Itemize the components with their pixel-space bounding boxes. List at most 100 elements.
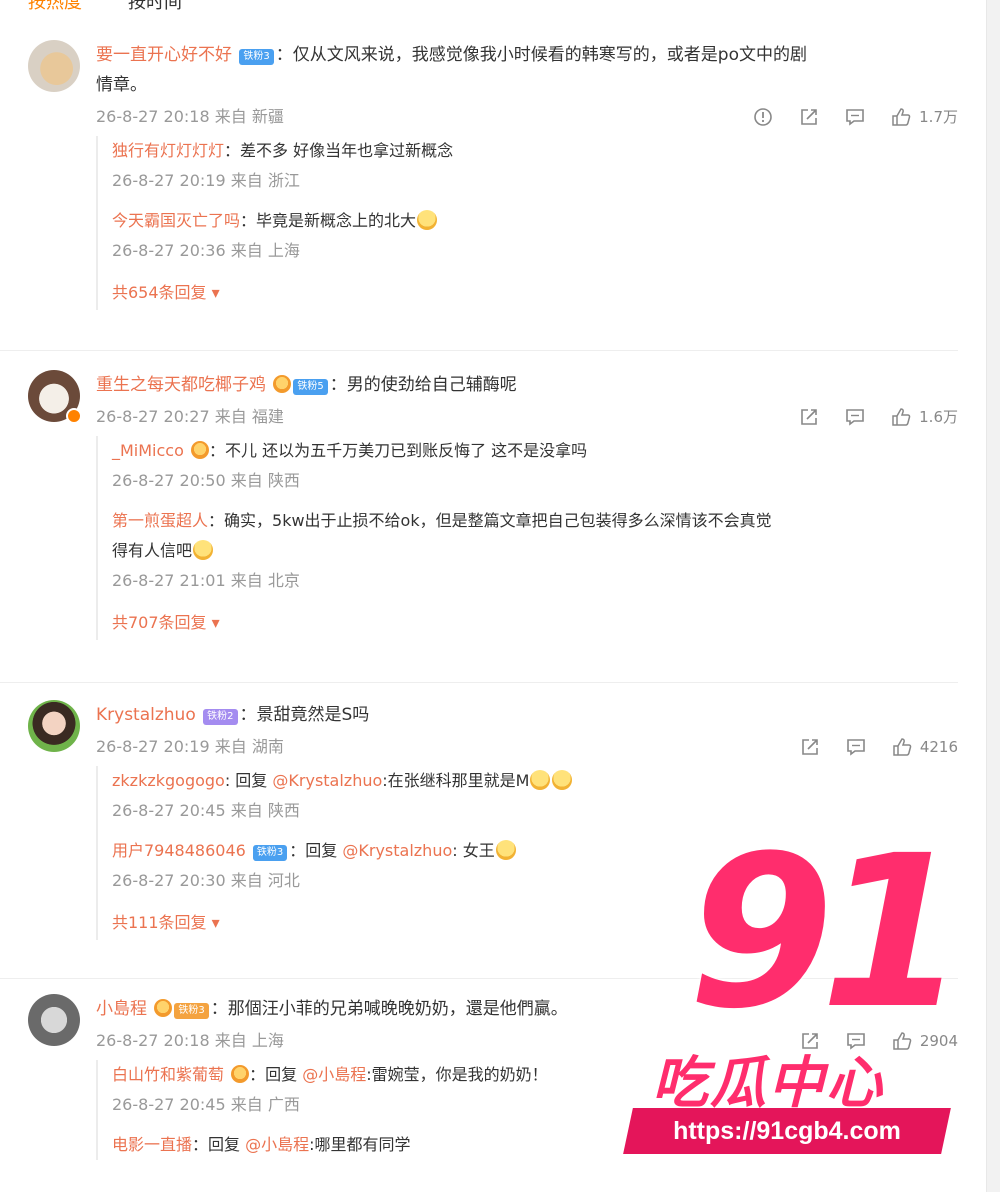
- avatar[interactable]: [28, 40, 80, 92]
- mention-link[interactable]: @Krystalzhuo: [272, 771, 382, 790]
- tab-sort-hot[interactable]: 按热度: [28, 0, 82, 13]
- reply-username[interactable]: zkzkzkgogogo: [112, 771, 225, 790]
- divider: [0, 682, 958, 683]
- comment-item: 重生之每天都吃椰子鸡 铁粉5 ：男的使劲给自己辅酶呢 26-8-27 20:27 …: [28, 370, 958, 640]
- reply-item: _MiMicco ：不儿 还以为五千万美刀已到账反悔了 这不是没拿吗 26-8-…: [112, 436, 958, 496]
- comment-time-location: 26-8-27 20:27 来自 福建: [96, 407, 284, 426]
- reply-text: ：不儿 还以为五千万美刀已到账反悔了 这不是没拿吗: [208, 441, 588, 460]
- emoji-icon: [495, 840, 516, 860]
- comment-actions: 1.6万: [799, 400, 958, 434]
- emoji-icon: [530, 770, 551, 790]
- reply-text: ：确实，5kw出于止损不给ok，但是整篇文章把自己包装得多么深情该不会真觉: [208, 511, 772, 530]
- fan-badge: 铁粉3: [174, 1003, 209, 1019]
- divider: [0, 350, 958, 351]
- reply-username[interactable]: 用户7948486046: [112, 841, 246, 860]
- report-button[interactable]: [753, 107, 773, 127]
- comment-icon: [846, 109, 864, 126]
- watermark-url: https://91cgb4.com: [673, 1117, 901, 1145]
- reply-username[interactable]: 独行有灯灯灯灯: [112, 141, 224, 160]
- comment-meta: 26-8-27 20:18 来自 新疆 1.7万: [96, 100, 958, 134]
- reply-username[interactable]: _MiMicco: [112, 441, 184, 460]
- share-button[interactable]: [799, 107, 819, 127]
- reply-text: :在张继科那里就是M: [382, 771, 530, 790]
- medal-icon: [231, 1065, 250, 1083]
- medal-icon: [273, 375, 292, 393]
- sort-tabs: 按热度 按时间: [28, 0, 182, 13]
- comment-time-location: 26-8-27 20:18 来自 上海: [96, 1031, 284, 1050]
- watermark-title: 吃瓜中心: [652, 1051, 884, 1116]
- fan-badge: 铁粉3: [252, 845, 288, 861]
- caret-down-icon: ▾: [211, 913, 220, 932]
- comment-text-cont: 情章。: [96, 75, 147, 95]
- comment-actions: 4216: [800, 730, 958, 764]
- reply-text: :雷婉莹，你是我的奶奶！: [366, 1065, 548, 1084]
- medal-icon: [154, 999, 173, 1017]
- like-button[interactable]: 1.6万: [891, 400, 958, 434]
- reply-text: ：差不多 好像当年也拿过新概念: [224, 141, 454, 160]
- watermark-number: 91: [688, 810, 966, 1055]
- reply-username[interactable]: 电影一直播: [112, 1135, 192, 1154]
- comment-username[interactable]: 小島程: [96, 999, 147, 1019]
- mention-link[interactable]: @小島程: [302, 1065, 366, 1084]
- emoji-icon: [552, 770, 573, 790]
- reply-username[interactable]: 今天霸国灭亡了吗: [112, 211, 240, 230]
- comment-text: 重生之每天都吃椰子鸡 铁粉5 ：男的使劲给自己辅酶呢: [96, 375, 517, 395]
- share-icon: [801, 409, 817, 425]
- share-icon: [801, 109, 817, 125]
- mention-link[interactable]: @Krystalzhuo: [342, 841, 452, 860]
- watermark-logo: 91 吃瓜中心 https://91cgb4.com: [622, 828, 966, 1166]
- reply-button[interactable]: [846, 737, 866, 757]
- caret-down-icon: ▾: [211, 283, 220, 302]
- watermark-url-banner: https://91cgb4.com: [623, 1108, 951, 1154]
- comment-meta: 26-8-27 20:19 来自 湖南 4216: [96, 730, 958, 764]
- emoji-icon: [417, 210, 438, 230]
- comment-username[interactable]: 重生之每天都吃椰子鸡: [96, 375, 266, 395]
- comment-text: 要一直开心好不好 铁粉3 ：仅从文风来说，我感觉像我小时候看的韩寒写的，或者是po…: [96, 45, 807, 65]
- share-button[interactable]: [799, 407, 819, 427]
- laugh-emoji-icon: [193, 540, 214, 560]
- comment-username[interactable]: Krystalzhuo: [96, 705, 196, 725]
- reply-username[interactable]: 白山竹和紫葡萄: [112, 1065, 224, 1084]
- reply-time-location: 26-8-27 21:01 来自 北京: [112, 571, 300, 590]
- share-button[interactable]: [800, 737, 820, 757]
- like-count: 1.6万: [919, 408, 958, 426]
- verified-icon: [66, 408, 82, 424]
- comment-text: Krystalzhuo 铁粉2 ：景甜竟然是S吗: [96, 705, 370, 725]
- tab-sort-time[interactable]: 按时间: [128, 0, 182, 13]
- like-count: 4216: [919, 738, 958, 756]
- more-replies-link[interactable]: 共654条回复 ▾: [112, 276, 958, 310]
- reply-text-cont: 得有人信吧: [112, 541, 193, 560]
- reply-text: ：毕竟是新概念上的北大: [240, 211, 417, 230]
- share-icon: [802, 739, 818, 755]
- reply-button[interactable]: [845, 107, 865, 127]
- reply-username[interactable]: 第一煎蛋超人: [112, 511, 208, 530]
- reply-button[interactable]: [845, 407, 865, 427]
- comment-time-location: 26-8-27 20:18 来自 新疆: [96, 107, 284, 126]
- mention-link[interactable]: @小島程: [245, 1135, 309, 1154]
- like-count: 1.7万: [919, 108, 958, 126]
- caret-down-icon: ▾: [211, 613, 220, 632]
- comment-icon: [847, 739, 865, 756]
- scrollbar[interactable]: [986, 0, 1000, 1192]
- reply-time-location: 26-8-27 20:50 来自 陕西: [112, 471, 300, 490]
- like-button[interactable]: 4216: [892, 730, 958, 764]
- reply-time-location: 26-8-27 20:19 来自 浙江: [112, 171, 300, 190]
- fan-badge: 铁粉5: [293, 379, 328, 395]
- avatar[interactable]: [28, 700, 80, 752]
- reply-list: 独行有灯灯灯灯：差不多 好像当年也拿过新概念 26-8-27 20:19 来自 …: [96, 136, 958, 310]
- reply-time-location: 26-8-27 20:36 来自 上海: [112, 241, 300, 260]
- like-button[interactable]: 1.7万: [891, 100, 958, 134]
- avatar[interactable]: [28, 994, 80, 1046]
- more-replies-link[interactable]: 共707条回复 ▾: [112, 606, 958, 640]
- thumbs-up-icon: [892, 408, 911, 426]
- comment-icon: [846, 409, 864, 426]
- fan-badge: 铁粉3: [239, 49, 274, 65]
- reply-text: :哪里都有同学: [309, 1135, 411, 1154]
- reply-item: 第一煎蛋超人：确实，5kw出于止损不给ok，但是整篇文章把自己包装得多么深情该不…: [112, 506, 958, 596]
- comment-username[interactable]: 要一直开心好不好: [96, 45, 232, 65]
- thumbs-up-icon: [892, 108, 911, 126]
- comment-meta: 26-8-27 20:27 来自 福建 1.6万: [96, 400, 958, 434]
- comment-item: 要一直开心好不好 铁粉3 ：仅从文风来说，我感觉像我小时候看的韩寒写的，或者是po…: [28, 40, 958, 310]
- reply-text: : 女王: [452, 841, 495, 860]
- medal-icon: [190, 441, 209, 459]
